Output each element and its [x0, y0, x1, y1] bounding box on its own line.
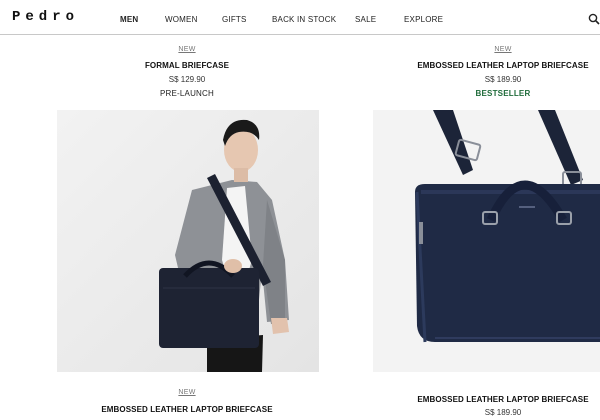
product-price: S$ 189.90 [484, 75, 522, 84]
nav-item-sale[interactable]: SALE [355, 15, 376, 24]
product-name[interactable]: FORMAL BRIEFCASE [42, 61, 332, 71]
new-badge: NEW [178, 389, 196, 396]
search-icon[interactable] [588, 13, 600, 25]
product-name[interactable]: EMBOSSED LEATHER LAPTOP BRIEFCASE [42, 405, 332, 415]
nav-item-gifts[interactable]: GIFTS [222, 15, 247, 24]
product-price: S$ 189.90 [484, 408, 522, 417]
nav-item-women[interactable]: WOMEN [165, 15, 198, 24]
top-navigation: Pedro MEN WOMEN GIFTS BACK IN STOCK SALE… [0, 0, 600, 35]
new-badge: NEW [178, 46, 196, 53]
product-image-briefcase-closeup[interactable] [373, 110, 600, 372]
nav-item-back-in-stock[interactable]: BACK IN STOCK [272, 15, 336, 24]
nav-item-men[interactable]: MEN [120, 15, 138, 24]
product-card-embossed-briefcase[interactable]: NEW EMBOSSED LEATHER LAPTOP BRIEFCASE S$… [358, 46, 600, 99]
product-price: S$ 129.90 [168, 75, 206, 84]
product-name[interactable]: EMBOSSED LEATHER LAPTOP BRIEFCASE [358, 395, 600, 405]
product-tag: PRE-LAUNCH [159, 89, 214, 98]
new-badge: NEW [494, 46, 512, 53]
brand-logo[interactable]: Pedro [12, 9, 79, 25]
product-name[interactable]: EMBOSSED LEATHER LAPTOP BRIEFCASE [358, 61, 600, 71]
nav-item-explore[interactable]: EXPLORE [404, 15, 443, 24]
product-image-model-with-briefcase[interactable] [57, 110, 319, 372]
product-card-formal-briefcase[interactable]: NEW FORMAL BRIEFCASE S$ 129.90 PRE-LAUNC… [42, 46, 332, 99]
product-card-embossed-briefcase-2[interactable]: NEW EMBOSSED LEATHER LAPTOP BRIEFCASE [42, 389, 332, 415]
product-card-embossed-briefcase-3[interactable]: EMBOSSED LEATHER LAPTOP BRIEFCASE S$ 189… [358, 395, 600, 418]
bestseller-tag: BESTSELLER [475, 89, 531, 98]
